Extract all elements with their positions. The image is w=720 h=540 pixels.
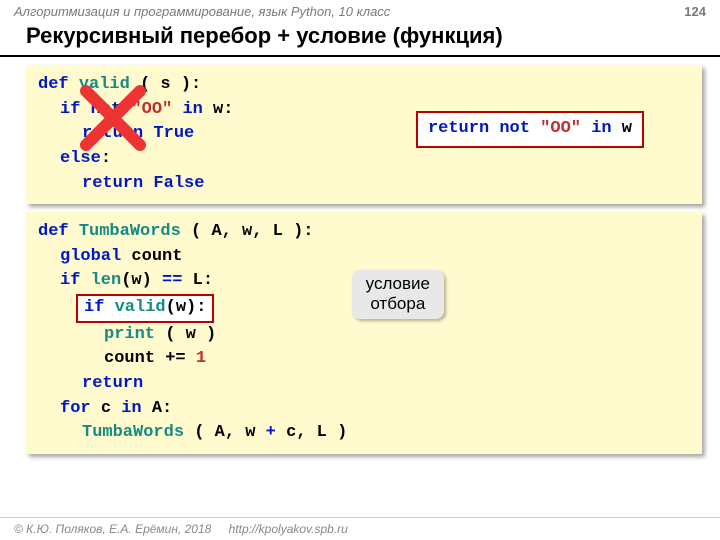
- slide-title: Рекурсивный перебор + условие (функция): [0, 21, 720, 57]
- code-line: def valid ( s ):: [38, 73, 690, 98]
- footer-url: http://kpolyakov.spb.ru: [229, 522, 348, 536]
- highlight-valid-call: if valid(w):: [76, 294, 214, 323]
- code-line: TumbaWords ( A, w + c, L ): [38, 421, 690, 446]
- code-block-valid: def valid ( s ): if not "ОО" in w: retur…: [26, 65, 702, 204]
- page-number: 124: [684, 4, 706, 19]
- code-line: else:: [38, 147, 690, 172]
- code-line: return: [38, 372, 690, 397]
- code-line: for c in A:: [38, 397, 690, 422]
- callout-selection-condition: условие отбора: [352, 270, 444, 319]
- code-block-tumbawords: def TumbaWords ( A, w, L ): global count…: [26, 212, 702, 454]
- note-line: отбора: [366, 294, 430, 314]
- code-line: def TumbaWords ( A, w, L ):: [38, 220, 690, 245]
- course-name: Алгоритмизация и программирование, язык …: [14, 4, 390, 19]
- code-line: count += 1: [38, 347, 690, 372]
- slide-header: Алгоритмизация и программирование, язык …: [0, 0, 720, 21]
- note-line: условие: [366, 274, 430, 294]
- callout-simplified-return: return not "ОО" in w: [416, 111, 644, 148]
- code-line: print ( w ): [38, 323, 690, 348]
- code-line: global count: [38, 245, 690, 270]
- code-line: return False: [38, 172, 690, 197]
- slide-footer: © К.Ю. Поляков, Е.А. Ерёмин, 2018 http:/…: [0, 517, 720, 540]
- copyright: © К.Ю. Поляков, Е.А. Ерёмин, 2018: [14, 522, 211, 536]
